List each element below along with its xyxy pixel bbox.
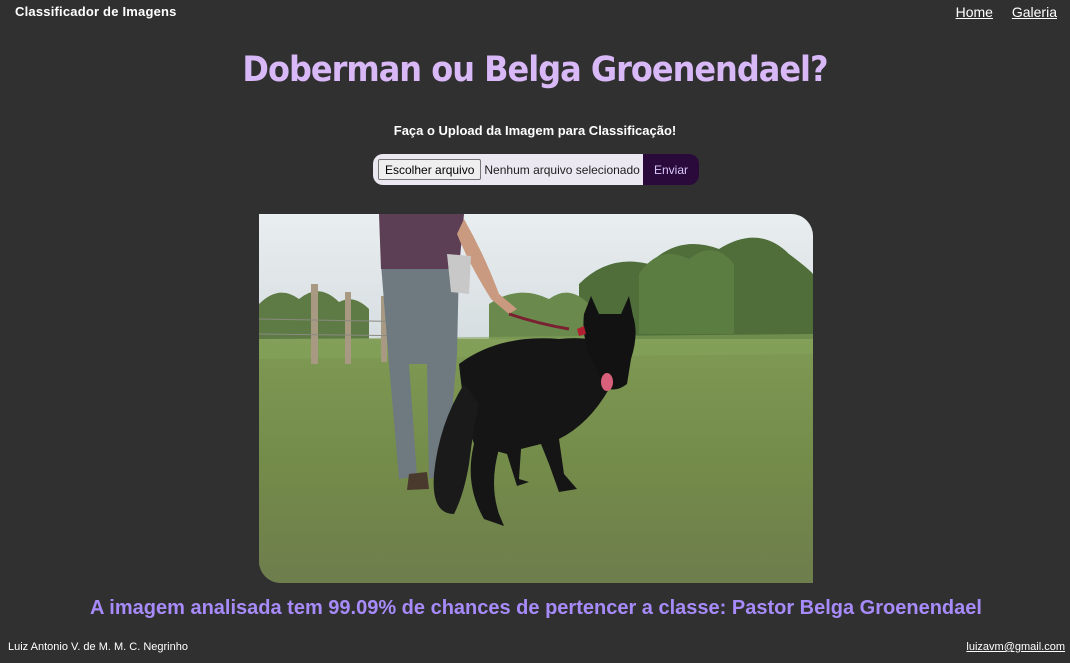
page: Classificador de Imagens Home Galeria Do… <box>0 0 1070 663</box>
classification-result: A imagem analisada tem 99.09% de chances… <box>90 597 982 619</box>
nav-home-link[interactable]: Home <box>956 4 993 20</box>
upload-form: Escolher arquivo Nenhum arquivo selecion… <box>373 154 699 185</box>
dog-photo-illustration <box>259 214 813 583</box>
submit-button[interactable]: Enviar <box>643 154 699 185</box>
page-title: Doberman ou Belga Groenendael? <box>242 48 828 90</box>
file-input[interactable]: Escolher arquivo Nenhum arquivo selecion… <box>373 154 643 185</box>
file-status-text: Nenhum arquivo selecionado <box>484 162 640 177</box>
top-nav: Home Galeria <box>941 4 1057 20</box>
choose-file-button[interactable]: Escolher arquivo <box>378 159 482 180</box>
footer-author: Luiz Antonio V. de M. M. C. Negrinho <box>8 641 188 653</box>
classified-image <box>259 214 813 583</box>
app-brand: Classificador de Imagens <box>15 4 177 19</box>
upload-caption: Faça o Upload da Imagem para Classificaç… <box>393 123 677 138</box>
footer-email-link[interactable]: luizavm@gmail.com <box>966 641 1065 653</box>
nav-gallery-link[interactable]: Galeria <box>1012 4 1057 20</box>
